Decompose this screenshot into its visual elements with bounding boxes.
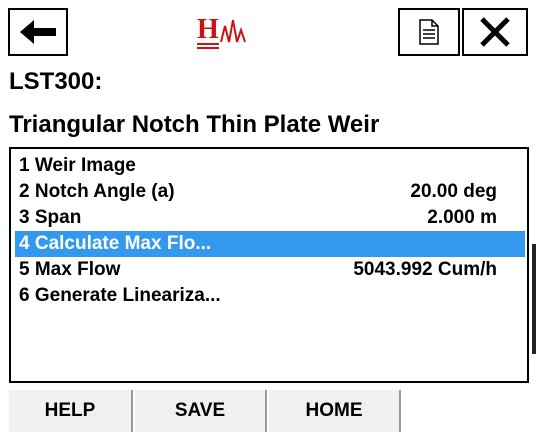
menu-item-calculate-max-flow[interactable]: 4 Calculate Max Flo... (15, 231, 525, 257)
back-button[interactable] (8, 8, 68, 56)
menu-item-label: 3 Span (19, 207, 82, 228)
hart-device-screen: H LST300: Triangular Notch Thin Plate We… (0, 0, 536, 434)
menu-item-value: 20.00 deg (410, 181, 497, 202)
menu-item-notch-angle[interactable]: 2 Notch Angle (a) 20.00 deg (15, 179, 525, 205)
menu-item-weir-image[interactable]: 1 Weir Image (15, 153, 525, 179)
menu-item-value: 5043.992 Cum/h (353, 259, 497, 280)
close-button[interactable] (462, 8, 528, 56)
menu-item-label: 1 Weir Image (19, 155, 136, 176)
scrollbar[interactable] (532, 244, 536, 354)
menu-item-generate-linearization[interactable]: 6 Generate Lineariza... (15, 283, 525, 309)
menu-item-value: 2.000 m (427, 207, 497, 228)
mode-title: Triangular Notch Thin Plate Weir (9, 111, 380, 138)
menu-item-max-flow[interactable]: 5 Max Flow 5043.992 Cum/h (15, 257, 525, 283)
device-label: LST300: (9, 68, 103, 95)
left-arrow-icon (20, 20, 56, 44)
menu-item-label: 4 Calculate Max Flo... (19, 233, 212, 254)
save-button[interactable]: SAVE (135, 390, 267, 432)
close-x-icon (480, 17, 510, 47)
menu-item-label: 2 Notch Angle (a) (19, 181, 175, 202)
svg-text:H: H (197, 14, 219, 45)
document-button[interactable] (398, 8, 460, 56)
menu-item-label: 6 Generate Lineariza... (19, 285, 221, 306)
menu-item-label: 5 Max Flow (19, 259, 121, 280)
menu-item-span[interactable]: 3 Span 2.000 m (15, 205, 525, 231)
help-button[interactable]: HELP (9, 390, 133, 432)
hart-logo: H (195, 12, 275, 58)
document-icon (419, 19, 439, 45)
home-button[interactable]: HOME (269, 390, 401, 432)
menu-list: 1 Weir Image 2 Notch Angle (a) 20.00 deg… (9, 147, 529, 383)
